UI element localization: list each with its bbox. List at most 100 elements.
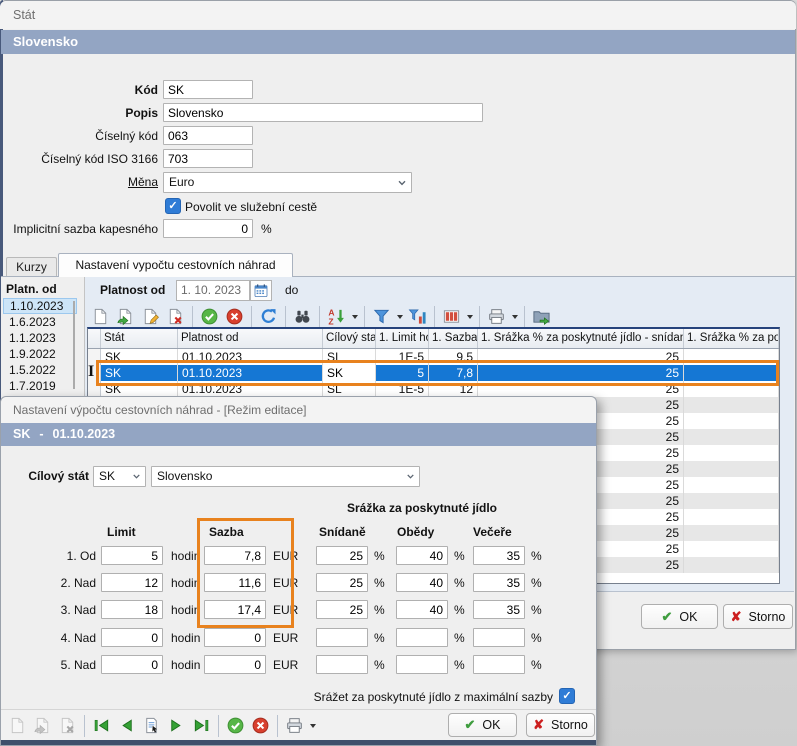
mena-row: Měna Euro <box>0 172 600 193</box>
kapesne-input[interactable] <box>163 219 253 238</box>
rate-input[interactable] <box>204 573 266 592</box>
export-button[interactable] <box>529 304 554 329</box>
table-cell <box>684 349 779 365</box>
lunch-input[interactable] <box>396 573 448 592</box>
rate-input[interactable] <box>204 546 266 565</box>
column-header[interactable]: Stát <box>101 329 178 348</box>
lunch-input[interactable] <box>396 600 448 619</box>
dinner-input[interactable] <box>473 573 525 592</box>
dialog-ok-button[interactable]: ✔ OK <box>448 713 517 737</box>
column-header[interactable]: Platnost od <box>178 329 323 348</box>
filter-chart-button[interactable] <box>405 304 430 329</box>
ciselny-kod-input[interactable] <box>163 126 253 145</box>
column-header[interactable]: 1. Sazba <box>429 329 478 348</box>
delete-doc-button[interactable] <box>163 304 188 329</box>
rate-input[interactable] <box>204 628 266 647</box>
rate-input[interactable] <box>204 655 266 674</box>
cilovy-stat-name-combo[interactable]: Slovensko <box>151 466 420 487</box>
dialog-storno-button[interactable]: ✘ Storno <box>526 713 595 737</box>
breakfast-input[interactable] <box>316 546 368 565</box>
prev-record-button[interactable] <box>114 713 139 738</box>
cilovy-stat-name-value: Slovensko <box>157 469 212 483</box>
dropdown-arrow-icon[interactable] <box>394 304 405 329</box>
limit-input[interactable] <box>101 628 163 647</box>
filter-button[interactable] <box>369 304 394 329</box>
table-cell <box>684 557 779 573</box>
copy-doc-button[interactable] <box>113 304 138 329</box>
column-header[interactable]: 1. Srážka % za pos <box>684 329 779 348</box>
dropdown-arrow-icon[interactable] <box>307 713 318 738</box>
ok-button[interactable]: ✔ OK <box>641 604 718 629</box>
dinner-input[interactable] <box>473 628 525 647</box>
validity-list-item[interactable]: 1.1.2023 <box>3 330 75 346</box>
iso-kod-input[interactable] <box>163 149 253 168</box>
dinner-input[interactable] <box>473 546 525 565</box>
last-record-button[interactable] <box>189 713 214 738</box>
record-detail-button[interactable] <box>139 713 164 738</box>
popis-input[interactable] <box>163 103 483 122</box>
first-record-button[interactable] <box>89 713 114 738</box>
limit-input[interactable] <box>101 546 163 565</box>
tab-nastaveni-nahrad[interactable]: Nastavení vypočtu cestovních náhrad <box>58 253 293 277</box>
lunch-input[interactable] <box>396 655 448 674</box>
calendar-icon <box>253 283 269 299</box>
column-header[interactable]: Cílový stat <box>323 329 376 348</box>
edit-doc-icon <box>141 307 160 326</box>
platnost-od-date-input[interactable]: 1. 10. 2023 <box>176 280 250 301</box>
breakfast-input[interactable] <box>316 600 368 619</box>
edit-doc-button[interactable] <box>138 304 163 329</box>
accept-button[interactable] <box>223 713 248 738</box>
breakfast-input[interactable] <box>316 628 368 647</box>
column-header[interactable]: 1. Limit hodin <box>376 329 429 348</box>
print-button[interactable] <box>282 713 307 738</box>
list-scrollbar-thumb[interactable] <box>73 301 75 389</box>
binoculars-button[interactable] <box>290 304 315 329</box>
rate-input[interactable] <box>204 600 266 619</box>
validity-list-item[interactable]: 1.5.2022 <box>3 362 75 378</box>
refresh-button[interactable] <box>256 304 281 329</box>
validity-list-item[interactable]: 1.7.2019 <box>3 378 75 394</box>
column-header[interactable]: 1. Srážka % za poskytnuté jídlo - snídan… <box>478 329 684 348</box>
table-row[interactable]: SK01.10.2023SL1E-51225 <box>88 381 779 397</box>
print-button[interactable] <box>484 304 509 329</box>
table-row[interactable]: SK01.10.2023SI1E-59,525 <box>88 349 779 365</box>
validity-list-item[interactable]: 1.6.2023 <box>3 314 75 330</box>
cancel-button[interactable] <box>222 304 247 329</box>
limit-input[interactable] <box>101 655 163 674</box>
limit-input[interactable] <box>101 573 163 592</box>
calendar-button[interactable] <box>250 280 272 301</box>
breakfast-input[interactable] <box>316 573 368 592</box>
limit-input[interactable] <box>101 600 163 619</box>
tab-kurzy[interactable]: Kurzy <box>6 257 57 277</box>
percent-unit-label: % <box>454 549 465 563</box>
cilovy-stat-code-combo[interactable]: SK <box>93 466 146 487</box>
ciselny-kod-row: Číselný kód <box>0 126 600 147</box>
new-doc-button[interactable] <box>88 304 113 329</box>
accept-button[interactable] <box>197 304 222 329</box>
mena-label[interactable]: Měna <box>0 175 158 189</box>
storno-button[interactable]: ✘ Storno <box>723 604 793 629</box>
dinner-input[interactable] <box>473 655 525 674</box>
breakfast-input[interactable] <box>316 655 368 674</box>
kod-input[interactable] <box>163 80 253 99</box>
dinner-input[interactable] <box>473 600 525 619</box>
dropdown-arrow-icon[interactable] <box>509 304 520 329</box>
srazet-checkbox[interactable]: ✓ <box>559 688 575 704</box>
lunch-input[interactable] <box>396 628 448 647</box>
lunch-input[interactable] <box>396 546 448 565</box>
copy-doc-button <box>30 713 55 738</box>
dropdown-arrow-icon[interactable] <box>349 304 360 329</box>
povolit-checkbox[interactable]: ✓ <box>165 198 181 214</box>
columns-button[interactable] <box>439 304 464 329</box>
dropdown-arrow-icon[interactable] <box>464 304 475 329</box>
mena-combo[interactable]: Euro <box>163 172 412 193</box>
next-record-button[interactable] <box>164 713 189 738</box>
column-header[interactable] <box>88 329 101 348</box>
validity-list-header: Platn. od <box>6 282 57 296</box>
sort-az-button[interactable]: AZ <box>324 304 349 329</box>
popis-row: Popis <box>0 103 600 124</box>
cancel-button[interactable] <box>248 713 273 738</box>
validity-list-item[interactable]: 1.9.2022 <box>3 346 75 362</box>
table-row[interactable]: SK01.10.2023SK57,825 <box>88 365 779 381</box>
validity-list-item[interactable]: 1.10.2023 <box>3 298 77 314</box>
